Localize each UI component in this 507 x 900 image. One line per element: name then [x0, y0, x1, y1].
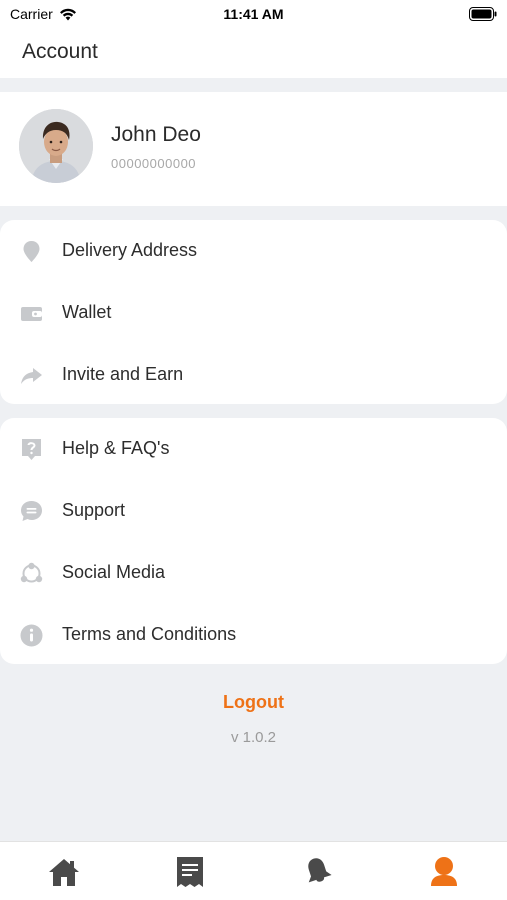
profile-card[interactable]: John Deo 00000000000 — [0, 92, 507, 206]
app-version: v 1.0.2 — [230, 729, 277, 746]
menu-item-label: Help & FAQ's — [62, 438, 170, 458]
menu-item-wallet[interactable]: Wallet — [0, 282, 507, 344]
bottom-tab-bar — [0, 841, 507, 900]
status-time: 11:41 AM — [223, 6, 284, 22]
menu-item-label: Wallet — [62, 302, 112, 322]
avatar-portrait-icon — [19, 109, 93, 183]
menu-group-primary: Delivery Address Wallet Invite and Earn — [0, 220, 507, 404]
location-pin-icon — [23, 241, 40, 262]
avatar[interactable] — [19, 109, 93, 183]
logout-button[interactable]: Logout — [0, 692, 507, 713]
menu-item-terms-and-conditions[interactable]: Terms and Conditions — [0, 604, 507, 666]
menu-item-help-faq[interactable]: Help & FAQ's — [0, 418, 507, 480]
tab-home[interactable] — [34, 850, 94, 894]
help-icon — [22, 439, 41, 460]
tab-account[interactable] — [414, 850, 474, 894]
menu-item-label: Invite and Earn — [62, 364, 184, 384]
menu-item-label: Terms and Conditions — [62, 624, 237, 644]
header: Account — [0, 28, 507, 78]
menu-item-support[interactable]: Support — [0, 480, 507, 542]
share-arrow-icon — [21, 368, 42, 384]
menu-item-label: Support — [62, 500, 126, 520]
receipt-icon — [177, 857, 203, 887]
menu-item-label: Delivery Address — [62, 240, 198, 260]
menu-group-secondary: Help & FAQ's Support Social Media Terms … — [0, 418, 507, 664]
wallet-icon — [21, 307, 42, 321]
menu-item-label: Social Media — [62, 562, 166, 582]
home-icon — [49, 859, 79, 886]
status-bar: Carrier 11:41 AM — [0, 0, 507, 28]
account-icon — [431, 857, 457, 886]
page-title: Account — [22, 40, 98, 63]
menu-item-invite-and-earn[interactable]: Invite and Earn — [0, 344, 507, 406]
tab-notifications[interactable] — [288, 850, 348, 894]
profile-phone: 00000000000 — [111, 156, 197, 171]
bell-icon — [308, 858, 332, 883]
social-network-icon — [20, 562, 43, 583]
menu-item-delivery-address[interactable]: Delivery Address — [0, 220, 507, 282]
battery-icon — [469, 7, 497, 24]
profile-name: John Deo — [111, 123, 201, 146]
menu-item-social-media[interactable]: Social Media — [0, 542, 507, 604]
info-icon — [20, 624, 43, 647]
tab-orders[interactable] — [160, 850, 220, 894]
chat-bubble-icon — [21, 501, 42, 521]
